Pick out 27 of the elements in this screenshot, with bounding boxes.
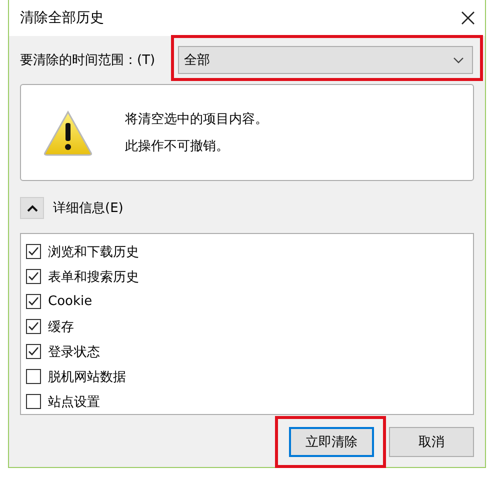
checkbox-label: 浏览和下载历史	[48, 244, 139, 260]
window-title: 清除全部历史	[20, 9, 104, 27]
warning-text: 将清空选中的项目内容。	[125, 111, 268, 128]
chevron-down-icon	[453, 56, 464, 64]
time-range-dropdown[interactable]: 全部	[178, 46, 473, 74]
checkbox[interactable]	[26, 294, 41, 309]
details-label: 详细信息(E)	[53, 200, 124, 217]
checkbox-label: 站点设置	[48, 394, 100, 410]
checkbox[interactable]	[26, 269, 41, 284]
warning-icon	[43, 110, 93, 156]
checkbox-label: 表单和搜索历史	[48, 268, 139, 286]
close-icon[interactable]	[461, 11, 475, 25]
dialog-button[interactable]: 立即清除	[289, 427, 374, 457]
checkbox[interactable]	[26, 344, 41, 359]
checkbox[interactable]	[26, 319, 41, 334]
warning-text: 此操作不可撤销。	[125, 138, 230, 155]
checkbox-label: 脱机网站数据	[48, 368, 126, 386]
time-range-label: 要清除的时间范围：(T)	[20, 52, 156, 69]
dialog-button[interactable]: 取消	[389, 427, 474, 457]
checkbox-label: Cookie	[48, 294, 92, 309]
details-toggle[interactable]	[20, 197, 44, 219]
checkbox-label: 登录状态	[48, 344, 100, 360]
checkbox-label: 缓存	[48, 318, 74, 336]
checkbox[interactable]	[26, 244, 41, 259]
chevron-icon	[26, 204, 38, 212]
checkbox[interactable]	[26, 369, 41, 384]
checkbox[interactable]	[26, 394, 41, 409]
